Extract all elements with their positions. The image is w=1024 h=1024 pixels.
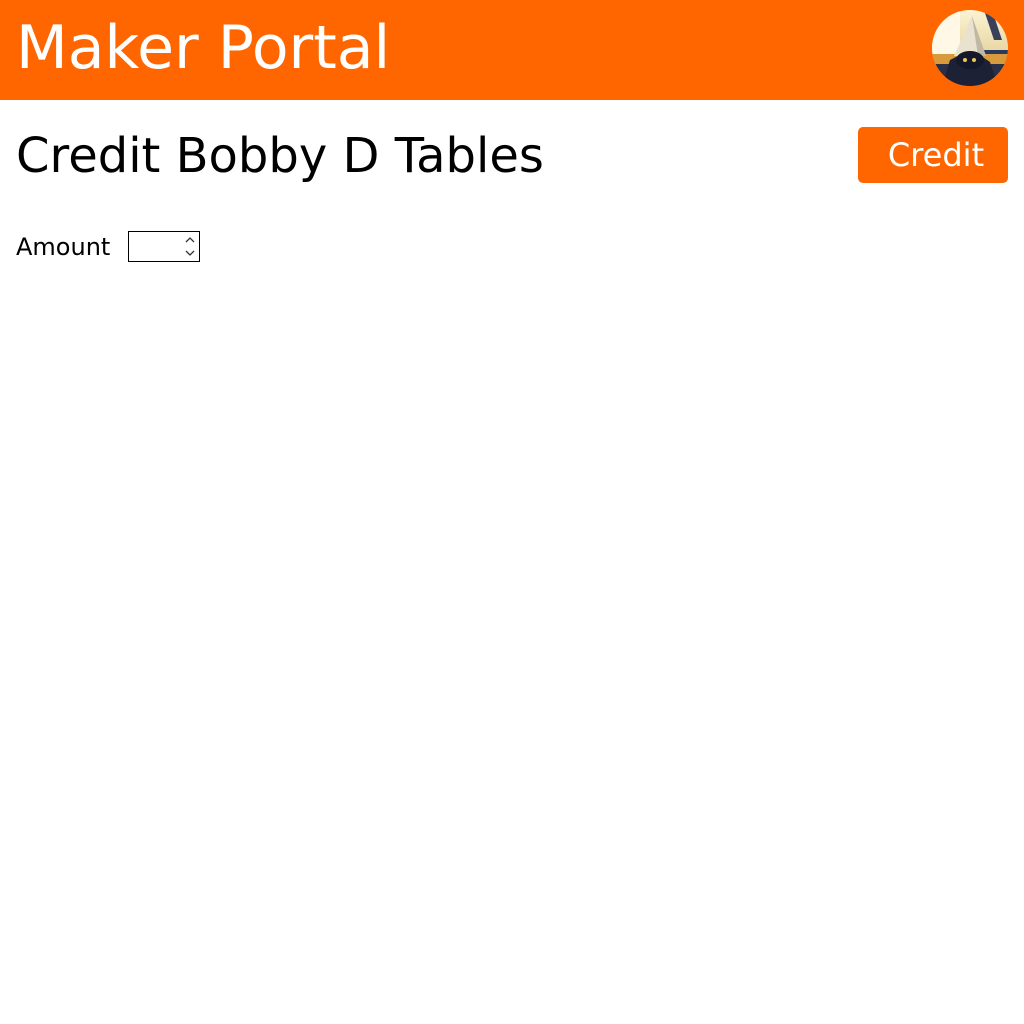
avatar-image-icon [932,10,1008,86]
amount-field [128,231,200,262]
app-title: Maker Portal [16,13,391,83]
amount-label: Amount [16,233,111,261]
avatar[interactable] [932,10,1008,86]
stepper-down-icon[interactable] [183,247,197,260]
stepper-up-icon[interactable] [183,233,197,246]
amount-input[interactable] [129,232,183,261]
credit-button[interactable]: Credit [858,127,1008,183]
app-header: Maker Portal [0,0,1024,100]
page-title: Credit Bobby D Tables [16,128,544,184]
